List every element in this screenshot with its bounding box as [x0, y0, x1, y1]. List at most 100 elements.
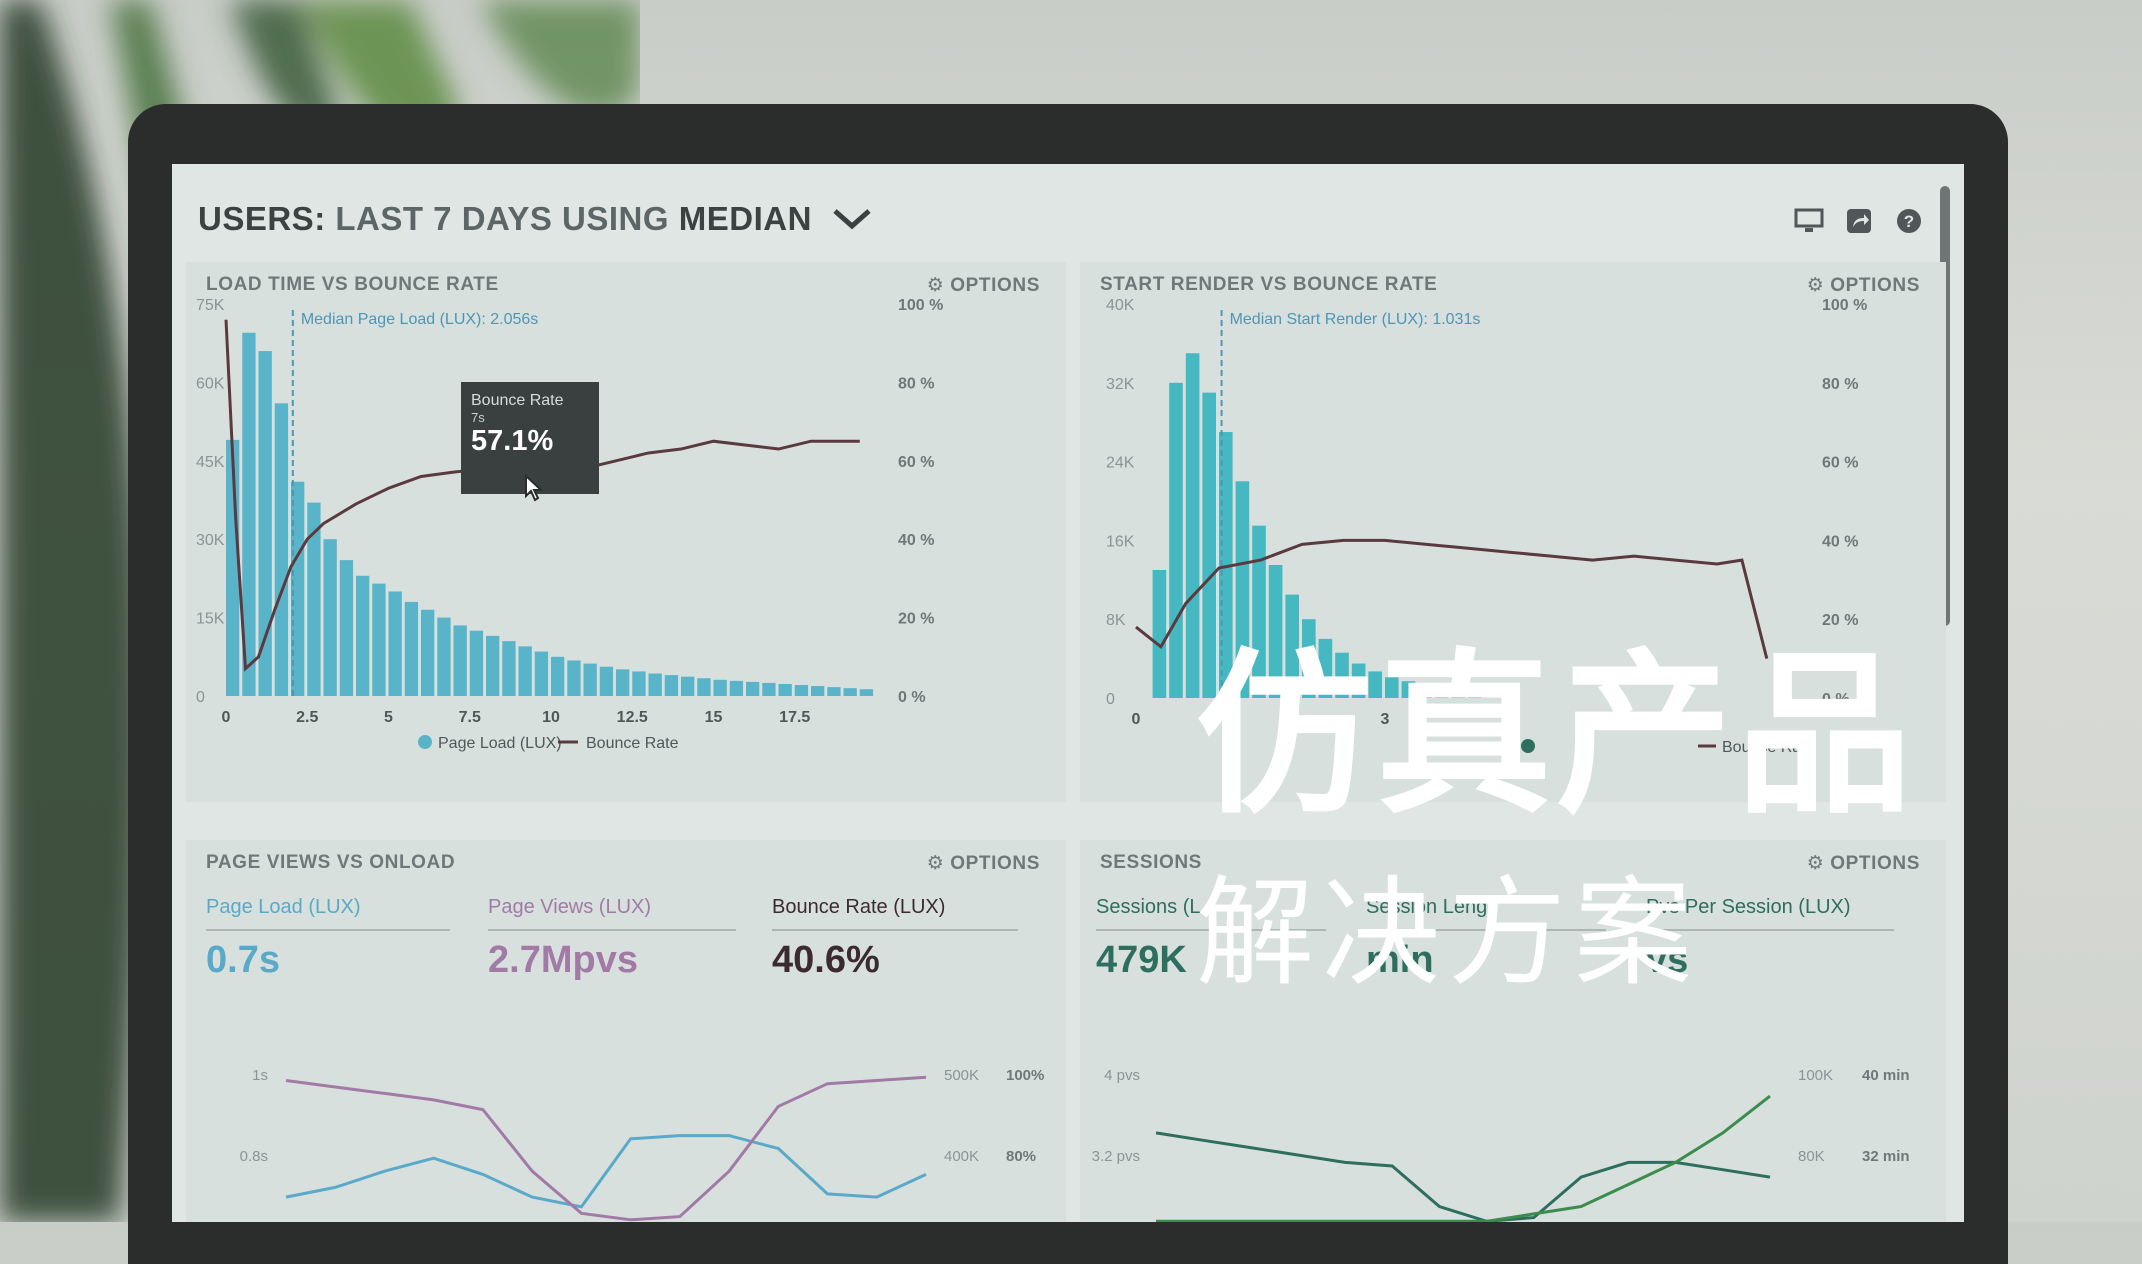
bar: [681, 676, 695, 696]
help-icon[interactable]: ?: [1894, 208, 1924, 234]
overlay-subtitle: 解决方案: [1196, 864, 1701, 1002]
bar: [778, 683, 792, 696]
title-using: USING: [562, 200, 670, 237]
title-stat: MEDIAN: [678, 200, 812, 237]
bar: [372, 583, 386, 696]
y-tick-label: 15K: [196, 611, 225, 628]
legend-page-load: Page Load (LUX): [438, 735, 562, 752]
y-tick-label: 3.2 pvs: [1092, 1148, 1140, 1165]
x-tick-label: 10: [542, 709, 560, 726]
y-tick-label: 8K: [1106, 612, 1126, 629]
y2-tick-label: 400K: [944, 1148, 979, 1165]
y3-tick-label: 40 min: [1862, 1067, 1910, 1084]
bar: [729, 680, 744, 696]
tooltip-value: 57.1%: [471, 425, 554, 457]
bar: [258, 351, 272, 696]
bar: [421, 609, 435, 696]
bar: [843, 688, 857, 696]
y2-tick-label: 20 %: [1822, 612, 1858, 629]
y2-tick-label: 100K: [1798, 1067, 1833, 1084]
load-time-chart: 0 15K 30K 45K 60K 75K 0 % 20 % 40 % 60 % 80 % 100 %…: [196, 297, 943, 752]
y-tick-label: 45K: [196, 454, 225, 471]
bar: [453, 625, 467, 696]
bar: [518, 646, 532, 696]
y-tick-label: 75K: [196, 297, 225, 314]
page-views-chart: 0.6s0.8s1s300K400K500K60%80%100%: [240, 1067, 1044, 1222]
bar: [356, 575, 370, 696]
bar: [469, 630, 484, 696]
y3-tick-label: 80%: [1006, 1148, 1036, 1165]
x-tick-label: 0: [1132, 711, 1141, 728]
y2-tick-label: 80 %: [1822, 376, 1858, 393]
y-tick-label: 32K: [1106, 376, 1135, 393]
bar: [339, 560, 354, 696]
bar: [697, 678, 711, 696]
x-tick-label: 2.5: [296, 709, 318, 726]
share-icon[interactable]: [1844, 208, 1874, 234]
y3-tick-label: 32 min: [1862, 1148, 1910, 1165]
y-tick-label: 0: [196, 689, 205, 706]
title-prefix: USERS:: [198, 200, 326, 237]
bar: [534, 651, 549, 696]
y-tick-label: 0.8s: [240, 1148, 268, 1165]
y2-tick-label: 80 %: [898, 375, 934, 392]
y-tick-label: 0: [1106, 691, 1115, 708]
options-button[interactable]: ⚙ OPTIONS: [1807, 274, 1920, 297]
bar: [713, 679, 727, 696]
median-annotation: Median Start Render (LUX): 1.031s: [1230, 311, 1481, 328]
bar: [437, 617, 451, 696]
y2-tick-label: 80K: [1798, 1148, 1825, 1165]
bar: [811, 686, 825, 696]
bar: [648, 673, 662, 696]
y-tick-label: 4 pvs: [1104, 1067, 1140, 1084]
monitor-icon[interactable]: [1794, 208, 1824, 234]
bar: [664, 675, 679, 696]
bar: [794, 685, 809, 696]
y2-tick-label: 20 %: [898, 611, 934, 628]
median-annotation: Median Page Load (LUX): 2.056s: [301, 311, 538, 328]
legend-marker-page-load: [418, 735, 432, 749]
dashboard-title[interactable]: USERS: LAST 7 DAYS USING MEDIAN: [198, 200, 872, 238]
x-tick-label: 7.5: [459, 709, 481, 726]
x-tick-label: 15: [705, 709, 723, 726]
y2-tick-label: 0 %: [898, 689, 926, 706]
bar: [762, 682, 776, 696]
y-tick-label: 30K: [196, 532, 225, 549]
bar: [502, 641, 516, 696]
series-line: [1156, 1094, 1771, 1222]
y2-tick-label: 100 %: [1822, 297, 1867, 314]
panel-load-time: LOAD TIME VS BOUNCE RATE ⚙ OPTIONS 0 15K 3…: [186, 262, 1066, 802]
y2-tick-label: 500K: [944, 1067, 979, 1084]
bar: [1152, 569, 1167, 698]
chevron-down-icon[interactable]: [832, 200, 872, 238]
bar: [583, 663, 597, 696]
bar: [746, 681, 760, 696]
x-tick-label: 0: [222, 709, 231, 726]
y2-tick-label: 40 %: [1822, 533, 1858, 550]
cursor-icon: [525, 474, 544, 502]
title-period: LAST 7 DAYS: [335, 200, 553, 237]
y2-tick-label: 60 %: [1822, 455, 1858, 472]
bar: [274, 403, 289, 696]
y-tick-label: 40K: [1106, 297, 1135, 314]
bar: [567, 660, 581, 696]
bar: [388, 591, 402, 696]
y-tick-label: 16K: [1106, 533, 1135, 550]
y-tick-label: 60K: [196, 375, 225, 392]
panel-title: LOAD TIME VS BOUNCE RATE: [206, 274, 499, 295]
bar: [323, 539, 337, 696]
x-tick-label: 12.5: [617, 709, 648, 726]
y-tick-label: 1s: [252, 1067, 268, 1084]
tooltip-label: Bounce Rate: [471, 392, 564, 409]
overlay-title: 仿真产品: [1196, 633, 1917, 838]
y2-tick-label: 40 %: [898, 532, 934, 549]
bar: [859, 689, 874, 696]
y2-tick-label: 100 %: [898, 297, 943, 314]
options-button[interactable]: ⚙ OPTIONS: [927, 274, 1040, 297]
panel-title: START RENDER VS BOUNCE RATE: [1100, 274, 1438, 295]
bar: [486, 635, 500, 696]
legend-bounce-rate: Bounce Rate: [586, 735, 679, 752]
series-line: [285, 1075, 927, 1222]
bar: [551, 656, 565, 696]
y-tick-label: 24K: [1106, 455, 1135, 472]
